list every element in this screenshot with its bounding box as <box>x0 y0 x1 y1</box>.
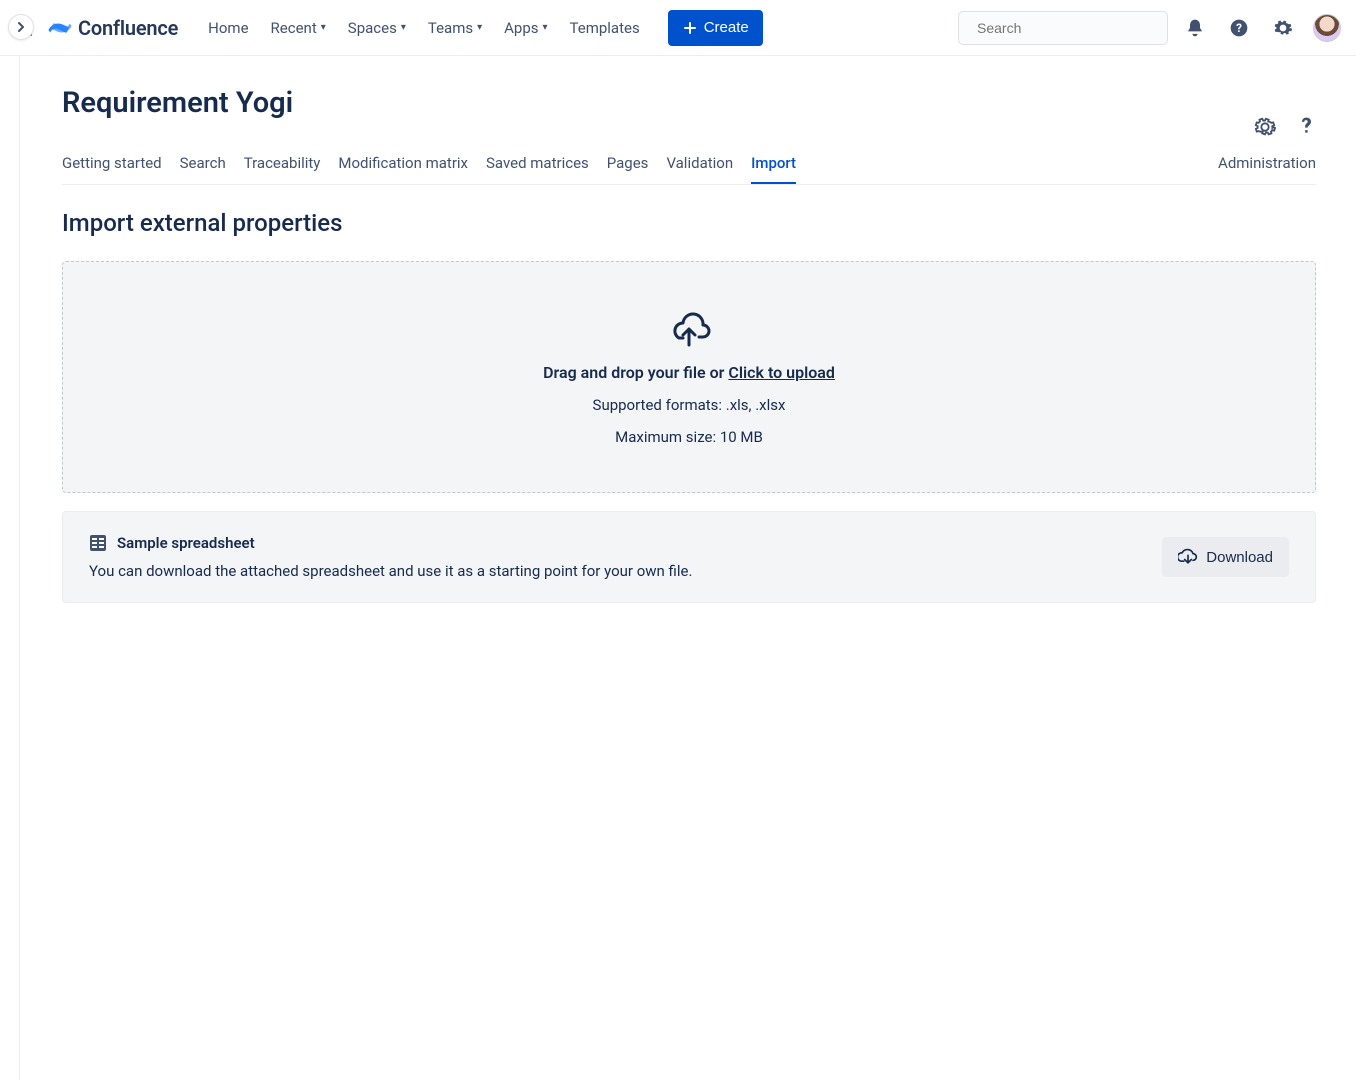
chevron-right-icon <box>16 22 26 32</box>
section-title: Import external properties <box>62 209 1316 237</box>
nav-link-spaces[interactable]: Spaces ▾ <box>338 13 416 43</box>
sample-panel: Sample spreadsheet You can download the … <box>62 511 1316 603</box>
page-actions <box>1254 116 1316 138</box>
nav-link-home[interactable]: Home <box>198 13 258 43</box>
nav-link-label: Teams <box>428 19 473 37</box>
nav-link-recent[interactable]: Recent ▾ <box>261 13 336 43</box>
help-icon: ? <box>1229 18 1249 38</box>
tabs: Getting started Search Traceability Modific… <box>62 144 1316 185</box>
cloud-upload-icon <box>667 309 711 349</box>
tab-modification-matrix[interactable]: Modification matrix <box>338 144 468 184</box>
sidebar-toggle-button[interactable] <box>8 14 34 40</box>
cloud-download-icon <box>1178 547 1198 567</box>
nav-link-apps[interactable]: Apps ▾ <box>494 13 557 43</box>
dropzone-prefix: Drag and drop your file or <box>543 363 728 382</box>
brand-link[interactable]: Confluence <box>48 16 178 40</box>
tab-search[interactable]: Search <box>180 144 226 184</box>
chevron-down-icon: ▾ <box>543 22 548 33</box>
question-icon <box>1296 116 1316 136</box>
nav-links: Home Recent ▾ Spaces ▾ Teams ▾ Apps ▾ Templates <box>198 13 650 43</box>
chevron-down-icon: ▾ <box>321 22 326 33</box>
tab-pages[interactable]: Pages <box>607 144 649 184</box>
nav-link-label: Spaces <box>348 19 397 37</box>
nav-link-templates[interactable]: Templates <box>560 13 650 43</box>
tab-getting-started[interactable]: Getting started <box>62 144 162 184</box>
sample-title-row: Sample spreadsheet <box>89 534 1162 552</box>
sample-title: Sample spreadsheet <box>117 534 255 552</box>
confluence-logo-icon <box>48 16 72 40</box>
page-settings-button[interactable] <box>1254 116 1276 138</box>
upload-link[interactable]: Click to upload <box>728 363 835 382</box>
settings-button[interactable] <box>1266 11 1300 45</box>
top-nav: Confluence Home Recent ▾ Spaces ▾ Teams ▾ Apps ▾… <box>0 0 1356 56</box>
download-label: Download <box>1206 549 1273 566</box>
chevron-down-icon: ▾ <box>401 22 406 33</box>
spreadsheet-icon <box>89 534 107 552</box>
page-title: Requirement Yogi <box>62 86 1316 120</box>
nav-left: Confluence Home Recent ▾ Spaces ▾ Teams ▾ Apps ▾… <box>8 10 763 46</box>
sample-desc: You can download the attached spreadshee… <box>89 562 1162 580</box>
dropzone-text: Drag and drop your file or Click to uplo… <box>543 363 835 382</box>
main-content: Requirement Yogi Getting started Search Tr… <box>20 56 1356 1080</box>
chevron-down-icon: ▾ <box>477 22 482 33</box>
download-button[interactable]: Download <box>1162 537 1289 577</box>
notifications-button[interactable] <box>1178 11 1212 45</box>
upload-dropzone[interactable]: Drag and drop your file or Click to uplo… <box>62 261 1316 493</box>
gear-icon <box>1273 18 1293 38</box>
nav-link-teams[interactable]: Teams ▾ <box>418 13 492 43</box>
create-button[interactable]: Create <box>668 10 763 46</box>
search-input[interactable] <box>977 20 1158 36</box>
dropzone-maxsize: Maximum size: 10 MB <box>615 428 763 446</box>
tab-validation[interactable]: Validation <box>666 144 733 184</box>
svg-text:?: ? <box>1236 21 1242 35</box>
sample-info: Sample spreadsheet You can download the … <box>89 534 1162 580</box>
plus-icon <box>682 20 698 36</box>
nav-link-label: Templates <box>570 19 640 37</box>
dropzone-formats: Supported formats: .xls, .xlsx <box>593 396 786 414</box>
nav-link-label: Home <box>208 19 248 37</box>
nav-right: ? <box>958 11 1344 45</box>
nav-link-label: Recent <box>271 19 317 37</box>
tab-administration[interactable]: Administration <box>1218 144 1316 184</box>
help-button[interactable]: ? <box>1222 11 1256 45</box>
tab-traceability[interactable]: Traceability <box>244 144 321 184</box>
brand-name: Confluence <box>78 16 178 40</box>
nav-link-label: Apps <box>504 19 538 37</box>
tab-saved-matrices[interactable]: Saved matrices <box>486 144 589 184</box>
gear-icon <box>1254 116 1276 138</box>
bell-icon <box>1185 18 1205 38</box>
profile-button[interactable] <box>1310 11 1344 45</box>
sidebar-rail <box>0 56 20 1080</box>
create-label: Create <box>704 19 749 36</box>
page-help-button[interactable] <box>1296 116 1316 138</box>
search-box[interactable] <box>958 11 1168 45</box>
avatar-icon <box>1313 14 1341 42</box>
tab-import[interactable]: Import <box>751 144 796 184</box>
